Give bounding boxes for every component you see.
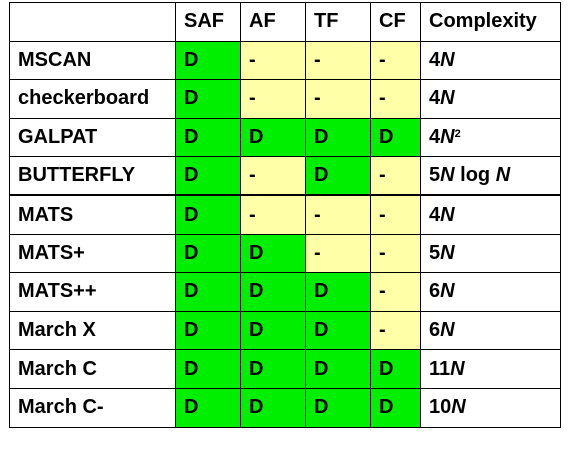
fault-tf-cell: - (305, 194, 371, 235)
fault-tf-cell: D (305, 349, 371, 389)
fault-saf-cell: D (175, 272, 241, 312)
fault-tf-cell: D (305, 387, 371, 428)
fault-cf-cell: D (370, 349, 421, 389)
test-name-cell: MSCAN (9, 40, 176, 81)
header-af: AF (240, 2, 306, 42)
fault-cf-cell: - (370, 156, 421, 196)
test-name-cell: March X (9, 310, 176, 351)
fault-tf-cell: - (305, 79, 371, 119)
complexity-cell: 11N (420, 349, 561, 389)
fault-cf-cell: - (370, 272, 421, 312)
fault-af-cell: D (240, 349, 306, 389)
fault-saf-cell: D (175, 349, 241, 389)
table-row: MSCAN D - - -4N (9, 40, 561, 81)
fault-af-cell: D (240, 117, 306, 158)
fault-cf-cell: D (370, 387, 421, 428)
fault-saf-cell: D (175, 194, 241, 235)
fault-tf-cell: D (305, 310, 371, 351)
complexity-cell: 10N (420, 387, 561, 428)
fault-saf-cell: D (175, 233, 241, 274)
complexity-cell: 4N (420, 194, 561, 235)
fault-cf-cell: - (370, 310, 421, 351)
header-tf: TF (305, 2, 371, 42)
test-name-cell: March C (9, 349, 176, 389)
table-row: MATS++ D D D -6N (9, 272, 561, 312)
fault-cf-cell: - (370, 40, 421, 81)
header-saf: SAF (175, 2, 241, 42)
test-name-cell: MATS (9, 194, 176, 235)
fault-af-cell: D (240, 387, 306, 428)
memory-test-comparison-table: SAF AF TF CF Complexity MSCAN D - - -4N check… (9, 2, 561, 428)
fault-cf-cell: - (370, 79, 421, 119)
fault-saf-cell: D (175, 79, 241, 119)
header-cf: CF (370, 2, 421, 42)
complexity-cell: 4N2 (420, 117, 561, 158)
test-name-cell: GALPAT (9, 117, 176, 158)
test-name-cell: March C- (9, 387, 176, 428)
fault-saf-cell: D (175, 387, 241, 428)
fault-af-cell: - (240, 79, 306, 119)
fault-tf-cell: D (305, 272, 371, 312)
fault-cf-cell: D (370, 117, 421, 158)
test-name-cell: MATS++ (9, 272, 176, 312)
table-row: March C D D D D 11N (9, 349, 561, 389)
fault-tf-cell: - (305, 40, 371, 81)
table-row: MATS+ D D - -5N (9, 233, 561, 274)
complexity-cell: 6N (420, 272, 561, 312)
complexity-cell: 5N log N (420, 156, 561, 196)
test-name-cell: checkerboard (9, 79, 176, 119)
table-row: MATS D - - -4N (9, 194, 561, 235)
table-row: March C- D D D D 10N (9, 387, 561, 428)
complexity-cell: 6N (420, 310, 561, 351)
fault-saf-cell: D (175, 156, 241, 196)
header-row: SAF AF TF CF Complexity (9, 2, 561, 42)
test-name-cell: MATS+ (9, 233, 176, 274)
complexity-cell: 4N (420, 40, 561, 81)
fault-af-cell: D (240, 272, 306, 312)
fault-saf-cell: D (175, 310, 241, 351)
fault-tf-cell: - (305, 233, 371, 274)
fault-af-cell: - (240, 40, 306, 81)
fault-tf-cell: D (305, 117, 371, 158)
fault-saf-cell: D (175, 117, 241, 158)
header-corner-cell (9, 2, 176, 42)
fault-cf-cell: - (370, 194, 421, 235)
fault-saf-cell: D (175, 40, 241, 81)
fault-af-cell: D (240, 233, 306, 274)
fault-af-cell: - (240, 156, 306, 196)
fault-af-cell: - (240, 194, 306, 235)
table-row: BUTTERFLY D - D -5N log N (9, 156, 561, 196)
complexity-cell: 4N (420, 79, 561, 119)
fault-af-cell: D (240, 310, 306, 351)
table-row: March X D D D -6N (9, 310, 561, 351)
table-row: checkerboard D - - -4N (9, 79, 561, 119)
fault-tf-cell: D (305, 156, 371, 196)
complexity-cell: 5N (420, 233, 561, 274)
fault-cf-cell: - (370, 233, 421, 274)
test-name-cell: BUTTERFLY (9, 156, 176, 196)
header-complexity: Complexity (420, 2, 561, 42)
table-row: GALPAT D D D D 4N2 (9, 117, 561, 158)
